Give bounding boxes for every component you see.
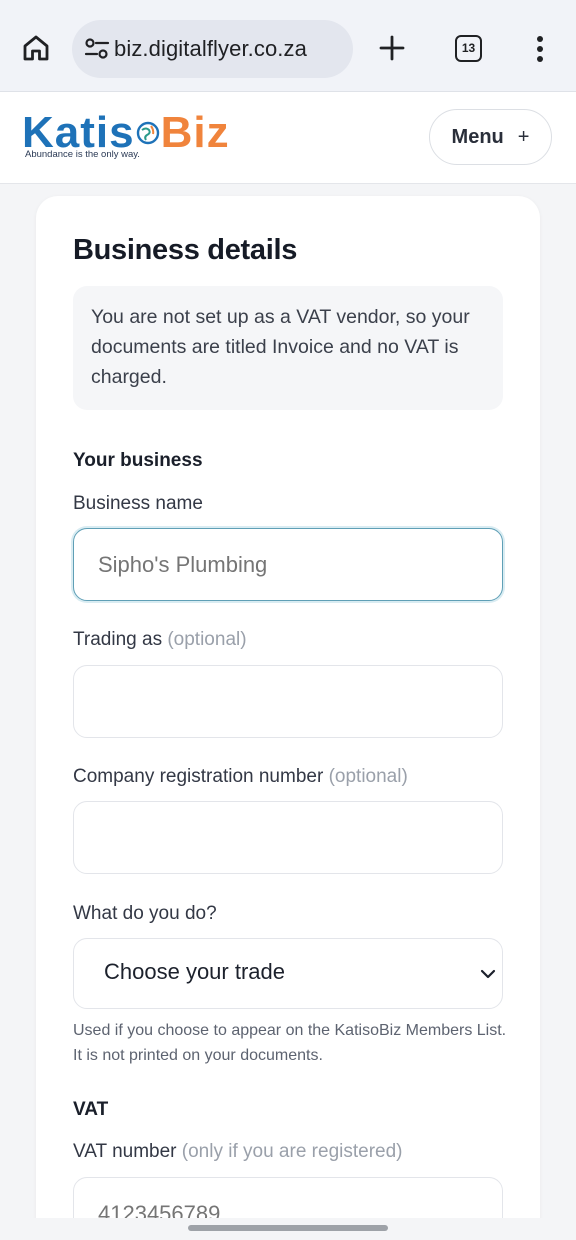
menu-label: Menu (451, 125, 504, 148)
tab-switcher-button[interactable]: 13 (455, 35, 482, 62)
vat-number-label-text: VAT number (73, 1141, 177, 1162)
trading-as-input[interactable] (73, 665, 503, 738)
company-reg-label-text: Company registration number (73, 766, 324, 787)
business-name-label: Business name (73, 493, 203, 514)
optional-tag: (optional) (328, 766, 408, 787)
trade-select[interactable]: Choose your trade (73, 938, 503, 1009)
site-settings-icon[interactable] (84, 36, 110, 62)
site-header: Katis Biz Abundance is the only way. Men… (0, 92, 576, 184)
page-title: Business details (73, 234, 298, 266)
url-text: biz.digitalflyer.co.za (114, 36, 307, 61)
menu-button[interactable]: Menu + (429, 109, 552, 165)
trade-selected-value: Choose your trade (104, 959, 285, 984)
katisobiz-logo[interactable]: Katis Biz Abundance is the only way. (22, 106, 242, 166)
browser-toolbar: biz.digitalflyer.co.za 13 (0, 0, 576, 92)
new-tab-icon[interactable] (376, 32, 408, 64)
home-indicator[interactable] (188, 1225, 388, 1231)
address-bar[interactable]: biz.digitalflyer.co.za (72, 20, 353, 78)
plus-icon: + (517, 125, 530, 148)
trading-as-label-text: Trading as (73, 629, 163, 650)
trading-as-label: Trading as (optional) (73, 629, 247, 651)
optional-tag: (optional) (167, 629, 247, 650)
logo-tagline: Abundance is the only way. (25, 149, 140, 160)
section-your-business: Your business (73, 450, 203, 471)
chevron-down-icon (480, 967, 496, 981)
business-name-input[interactable] (73, 528, 503, 601)
vat-number-label: VAT number (only if you are registered) (73, 1141, 403, 1163)
vat-number-note: (only if you are registered) (181, 1141, 403, 1162)
company-reg-input[interactable] (73, 801, 503, 874)
trade-label: What do you do? (73, 903, 217, 924)
business-details-card: Business details You are not set up as a… (36, 196, 540, 1240)
section-vat: VAT (73, 1099, 109, 1120)
vat-notice: You are not set up as a VAT vendor, so y… (73, 286, 503, 410)
more-options-icon[interactable] (530, 34, 550, 64)
logo-text-biz: Biz (160, 108, 230, 157)
trade-help-text: Used if you choose to appear on the Kati… (73, 1022, 507, 1064)
globe-icon (136, 106, 160, 145)
home-icon[interactable] (20, 32, 52, 64)
company-reg-label: Company registration number (optional) (73, 766, 408, 788)
